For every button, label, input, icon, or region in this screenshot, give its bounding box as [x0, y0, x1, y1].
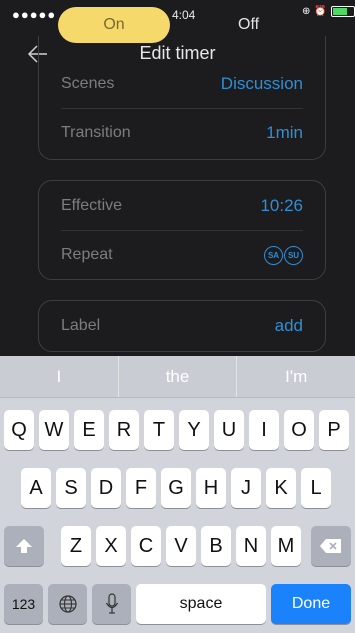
suggestion-3[interactable]: I'm	[236, 356, 355, 397]
globe-icon	[58, 595, 77, 613]
effective-row[interactable]: Effective 10:26	[61, 182, 303, 230]
suggestion-1[interactable]: I	[0, 356, 118, 397]
transition-label: Transition	[61, 124, 131, 141]
key-f[interactable]: F	[126, 468, 156, 508]
alarm-icon: ⏰	[314, 5, 327, 17]
label-row[interactable]: Label add	[61, 302, 303, 350]
suggestion-2[interactable]: the	[117, 356, 237, 397]
battery-icon	[330, 6, 355, 17]
key-e[interactable]: E	[74, 410, 104, 450]
key-p[interactable]: P	[319, 410, 349, 450]
label-label: Label	[61, 317, 101, 334]
shift-key[interactable]	[4, 526, 44, 566]
key-d[interactable]: D	[91, 468, 121, 508]
key-z[interactable]: Z	[61, 526, 91, 566]
predictive-bar: I the I'm	[0, 356, 355, 398]
toggle-on-label: On	[103, 16, 125, 33]
key-t[interactable]: T	[144, 410, 174, 450]
label-card: Label add	[38, 300, 326, 352]
key-n[interactable]: N	[236, 526, 266, 566]
key-o[interactable]: O	[284, 410, 314, 450]
repeat-row[interactable]: Repeat SA SU	[61, 231, 303, 279]
key-x[interactable]: X	[96, 526, 126, 566]
key-h[interactable]: H	[196, 468, 226, 508]
status-indicators: ⊕ ⏰	[302, 6, 355, 17]
transition-value[interactable]: 1min	[266, 123, 303, 143]
effective-label: Effective	[61, 197, 123, 214]
dictation-key[interactable]	[92, 584, 131, 624]
key-a[interactable]: A	[21, 468, 51, 508]
day-badge-sunday: SU	[284, 245, 303, 265]
key-r[interactable]: R	[109, 410, 139, 450]
scenes-value[interactable]: Discussion	[221, 74, 303, 94]
toggle-off-button[interactable]: Off	[238, 16, 259, 34]
key-g[interactable]: G	[161, 468, 191, 508]
scenes-row[interactable]: Scenes Discussion	[61, 60, 303, 108]
status-time: 4:04	[172, 8, 196, 22]
key-s[interactable]: S	[56, 468, 86, 508]
scenes-label: Scenes	[61, 75, 115, 92]
key-u[interactable]: U	[214, 410, 244, 450]
key-j[interactable]: J	[231, 468, 261, 508]
key-q[interactable]: Q	[4, 410, 34, 450]
label-add-link[interactable]: add	[275, 316, 303, 336]
key-l[interactable]: L	[301, 468, 331, 508]
timer-screen: ●●●●● 4:04 ⊕ ⏰ On Off Edit timer Scenes …	[0, 0, 355, 366]
key-m[interactable]: M	[271, 526, 301, 566]
key-i[interactable]: I	[249, 410, 279, 450]
schedule-card: Effective 10:26 Repeat SA SU	[38, 180, 326, 280]
scene-settings-card: Scenes Discussion Transition 1min	[38, 36, 326, 160]
transition-row[interactable]: Transition 1min	[61, 109, 303, 157]
globe-key[interactable]	[48, 584, 87, 624]
status-bar: ●●●●● 4:04 ⊕ ⏰	[0, 0, 355, 36]
delete-key[interactable]	[311, 526, 351, 566]
backspace-icon	[320, 539, 341, 553]
space-key[interactable]: space	[136, 584, 266, 624]
key-v[interactable]: V	[166, 526, 196, 566]
key-y[interactable]: Y	[179, 410, 209, 450]
key-k[interactable]: K	[266, 468, 296, 508]
key-c[interactable]: C	[131, 526, 161, 566]
key-b[interactable]: B	[201, 526, 231, 566]
day-badge-saturday: SA	[264, 245, 283, 265]
repeat-label: Repeat	[61, 246, 113, 263]
effective-value[interactable]: 10:26	[260, 196, 303, 216]
shift-arrow-icon	[16, 539, 32, 553]
microphone-icon	[105, 593, 118, 614]
repeat-days[interactable]: SA SU	[264, 245, 303, 265]
rotation-lock-icon: ⊕	[302, 5, 311, 17]
keyboard: Q W E R T Y U I O P A S D F G H J K L Z …	[0, 398, 355, 633]
done-key[interactable]: Done	[271, 584, 351, 624]
key-w[interactable]: W	[39, 410, 69, 450]
signal-strength: ●●●●●	[12, 7, 57, 22]
numbers-key[interactable]: 123	[4, 584, 43, 624]
